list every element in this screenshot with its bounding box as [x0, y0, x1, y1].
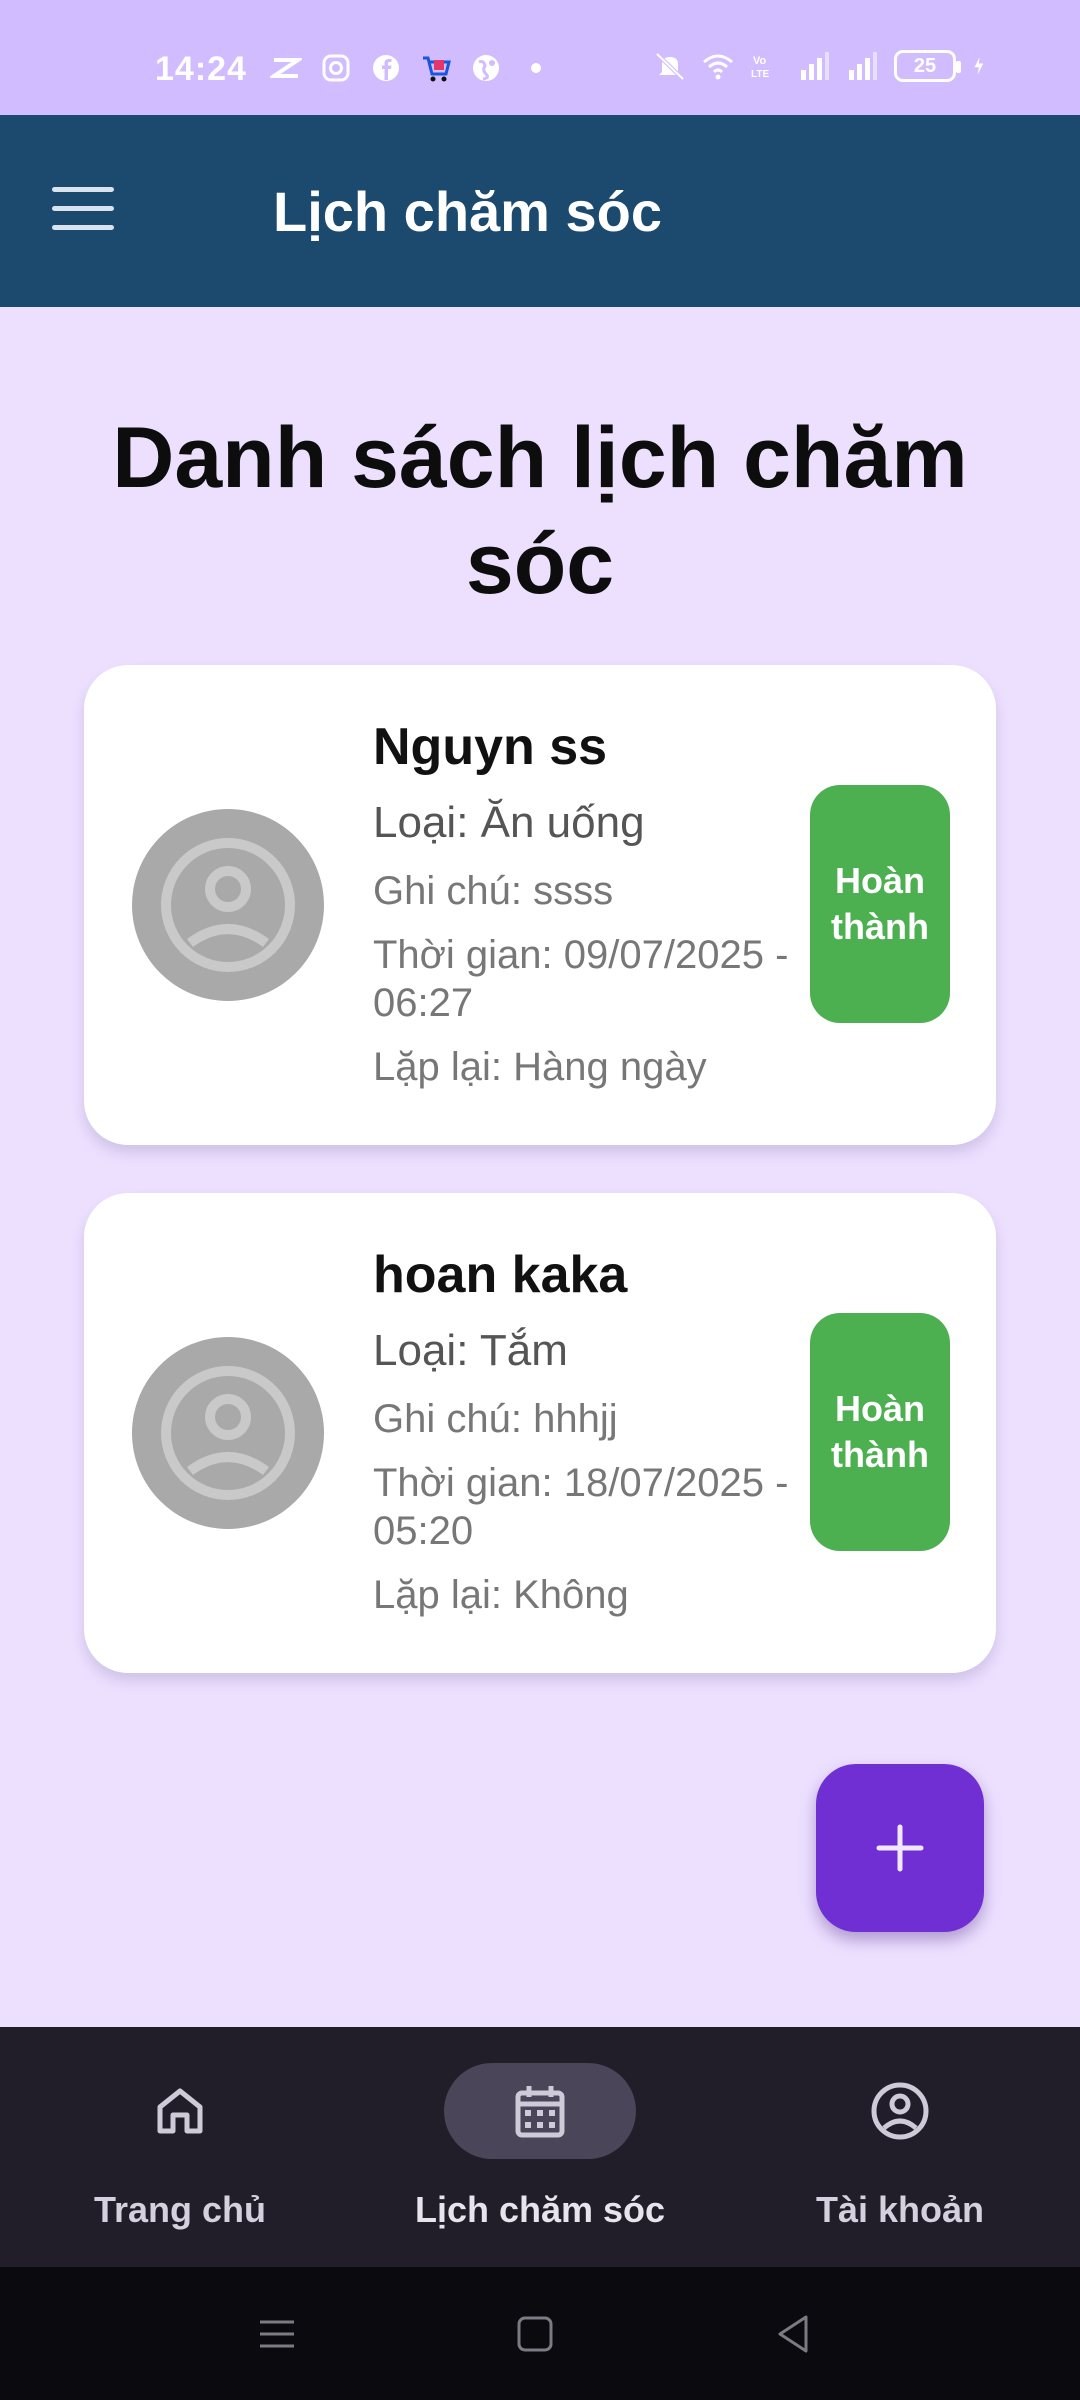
schedule-card[interactable]: hoan kaka Loại: Tắm Ghi chú: hhhjj Thời …: [84, 1193, 996, 1673]
nav-label-schedule: Lịch chăm sóc: [414, 2189, 666, 2230]
home-icon: [157, 2088, 203, 2134]
status-bar: 14:24 Vo LTE 25: [0, 0, 1080, 115]
schedule-name: Nguyn ss: [373, 718, 608, 776]
schedule-type: Loại: Ăn uống: [373, 798, 645, 847]
schedule-info: Nguyn ss Loại: Ăn uống Ghi chú: ssss Thờ…: [373, 717, 803, 1107]
mute-icon: [655, 52, 685, 81]
nav-pill: [804, 2063, 996, 2159]
instagram-icon: [322, 54, 350, 82]
notification-icons: [270, 52, 552, 84]
charging-icon: [974, 57, 984, 75]
schedule-note: Ghi chú: ssss: [373, 869, 614, 913]
menu-icon[interactable]: [52, 187, 114, 237]
nav-item-home[interactable]: Trang chủ: [0, 2027, 360, 2267]
facebook-icon: [373, 55, 399, 81]
account-icon: [871, 2082, 929, 2140]
signal-icon: [801, 52, 829, 80]
schedule-repeat: Lặp lại: Không: [373, 1573, 629, 1617]
plus-icon: [876, 1824, 924, 1872]
nav-item-schedule[interactable]: Lịch chăm sóc: [360, 2027, 720, 2267]
avatar-icon: [132, 809, 324, 1001]
system-navigation-bar: [0, 2267, 1080, 2400]
status-time: 14:24: [155, 50, 247, 88]
dot-icon: [531, 63, 541, 73]
signal-icon: [849, 52, 877, 80]
schedule-card[interactable]: Nguyn ss Loại: Ăn uống Ghi chú: ssss Thờ…: [84, 665, 996, 1145]
app-bar: Lịch chăm sóc: [0, 115, 1080, 307]
add-schedule-button[interactable]: [816, 1764, 984, 1932]
back-icon[interactable]: [768, 2309, 818, 2359]
battery-icon: 25: [894, 50, 961, 82]
schedule-type: Loại: Tắm: [373, 1326, 568, 1375]
complete-button[interactable]: Hoàn thành: [810, 785, 950, 1023]
avatar-icon: [132, 1337, 324, 1529]
bottom-navigation: Trang chủ Lịch chăm sóc Tài khoản: [0, 2027, 1080, 2267]
nav-label-home: Trang chủ: [93, 2189, 267, 2230]
recents-icon[interactable]: [252, 2309, 302, 2359]
schedule-time: Thời gian: 09/07/2025 - 06:27: [373, 933, 789, 1025]
home-square-icon[interactable]: [510, 2309, 560, 2359]
schedule-repeat: Lặp lại: Hàng ngày: [373, 1045, 707, 1089]
nav-pill-active: [444, 2063, 636, 2159]
wifi-icon: [703, 54, 733, 80]
nav-pill: [84, 2063, 276, 2159]
svg-text:LTE: LTE: [751, 69, 769, 80]
schedule-info: hoan kaka Loại: Tắm Ghi chú: hhhjj Thời …: [373, 1245, 803, 1635]
system-status-icons: Vo LTE 25: [654, 50, 992, 82]
svg-text:Vo: Vo: [753, 55, 767, 67]
shop-icon: [423, 56, 451, 82]
page-title: Danh sách lịch chăm sóc: [112, 410, 968, 612]
capcut-icon: [270, 58, 302, 78]
schedule-name: hoan kaka: [373, 1246, 628, 1304]
browser-icon: [473, 55, 499, 81]
complete-button[interactable]: Hoàn thành: [810, 1313, 950, 1551]
schedule-note: Ghi chú: hhhjj: [373, 1397, 618, 1441]
app-title: Lịch chăm sóc: [273, 180, 663, 243]
nav-item-account[interactable]: Tài khoản: [720, 2027, 1080, 2267]
calendar-icon: [515, 2086, 565, 2138]
schedule-time: Thời gian: 18/07/2025 - 05:20: [373, 1461, 789, 1553]
volte-icon: Vo LTE: [751, 55, 769, 80]
nav-label-account: Tài khoản: [815, 2189, 985, 2230]
battery-level: 25: [913, 54, 937, 77]
